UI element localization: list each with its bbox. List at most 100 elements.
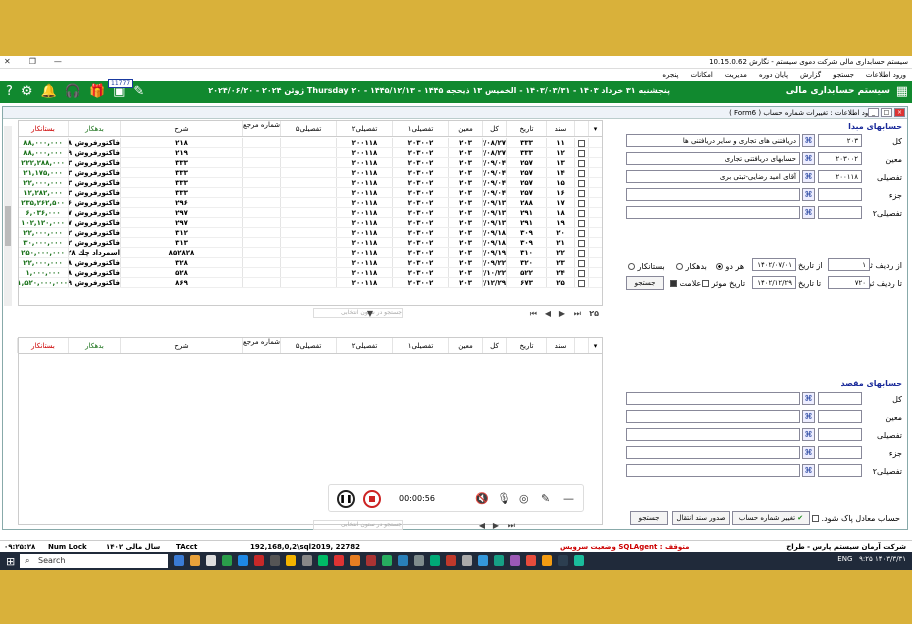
dest-search-button[interactable]: جستجو: [630, 511, 668, 525]
binoculars-icon[interactable]: ⌘: [802, 392, 815, 405]
column-header[interactable]: تفصیلی۲: [336, 338, 392, 353]
dest-tafsili-code[interactable]: [818, 428, 862, 441]
taskbar-app-icon[interactable]: [542, 555, 552, 566]
row-checkbox[interactable]: [574, 228, 588, 237]
source-kol-code[interactable]: ۲۰۳: [818, 134, 862, 147]
menu-item[interactable]: گزارش: [800, 71, 821, 79]
menu-item[interactable]: امکانات: [691, 71, 713, 79]
nav-last-icon[interactable]: ⏭: [508, 521, 515, 531]
table-row[interactable]: ۱۷۲۸۸۱۴۰۲/۰۹/۱۳۲۰۳۲۰۳۰۰۲۲۰۰۱۱۸ ۲۹۶فاکتورف…: [19, 198, 602, 208]
row-checkbox[interactable]: [574, 218, 588, 227]
taskbar-app-icon[interactable]: [382, 555, 392, 566]
column-header[interactable]: معین: [448, 338, 482, 353]
row-checkbox[interactable]: [574, 188, 588, 197]
taskbar-app-icon[interactable]: [430, 555, 440, 566]
column-header[interactable]: شماره مرجع: [242, 121, 280, 136]
radio-both[interactable]: هر دو: [716, 262, 744, 271]
speaker-muted-icon[interactable]: 🔇: [475, 492, 489, 505]
column-header[interactable]: شرح: [120, 338, 242, 353]
apps-grid-icon[interactable]: ▦: [896, 84, 908, 99]
minimize-icon[interactable]: —: [563, 492, 574, 505]
help-icon[interactable]: ?: [6, 84, 13, 100]
tray-lang[interactable]: ENG: [837, 555, 852, 563]
column-chooser-icon[interactable]: ▾: [588, 121, 602, 136]
binoculars-icon[interactable]: ⌘: [802, 170, 815, 183]
mark-check[interactable]: علامت: [670, 279, 701, 288]
pause-icon[interactable]: ❚❚: [337, 490, 355, 508]
taskbar-app-icon[interactable]: [366, 555, 376, 566]
taskbar-app-icon[interactable]: [462, 555, 472, 566]
change-account-button[interactable]: ✔ تغییر شماره حساب: [732, 511, 810, 525]
effective-date-check[interactable]: تاریخ موثر: [702, 279, 745, 288]
table-row[interactable]: ۱۳۲۵۷۱۴۰۲/۰۹/۰۴۲۰۳۲۰۳۰۰۲۲۰۰۱۱۸ ۳۳۳فاکتورف…: [19, 158, 602, 168]
taskbar-app-icon[interactable]: [206, 555, 216, 566]
taskbar-search[interactable]: ⌕ Search: [20, 554, 168, 568]
table-row[interactable]: ۱۲۳۳۳۱۴۰۲/۰۸/۲۷۲۰۳۲۰۳۰۰۲۲۰۰۱۱۸ ۲۱۹فاکتورف…: [19, 148, 602, 158]
bell-icon[interactable]: 🔔: [41, 84, 57, 100]
row-number-header[interactable]: [574, 338, 588, 353]
column-header[interactable]: شرح: [120, 121, 242, 136]
row-checkbox[interactable]: [574, 238, 588, 247]
filter-icon[interactable]: ▼: [367, 309, 373, 318]
pen-icon[interactable]: ✎: [133, 84, 144, 100]
column-header[interactable]: بدهکار: [68, 121, 120, 136]
menu-item[interactable]: مدیریت: [725, 71, 747, 79]
column-header[interactable]: تفصیلی۱: [392, 121, 448, 136]
binoculars-icon[interactable]: ⌘: [802, 446, 815, 459]
binoculars-icon[interactable]: ⌘: [802, 134, 815, 147]
issue-transfer-button[interactable]: صدور سند انتقال: [672, 511, 730, 525]
binoculars-icon[interactable]: ⌘: [802, 464, 815, 477]
column-header[interactable]: معین: [448, 121, 482, 136]
close-icon[interactable]: ×: [894, 108, 905, 117]
column-header[interactable]: تفصیلی۱: [392, 338, 448, 353]
minimize-icon[interactable]: —: [54, 57, 62, 66]
from-date-input[interactable]: ۱۴۰۲/۰۷/۰۱: [752, 258, 796, 271]
taskbar-app-icon[interactable]: [286, 555, 296, 566]
column-header[interactable]: سند: [546, 121, 574, 136]
column-header[interactable]: بدهکار: [68, 338, 120, 353]
nav-prev-icon[interactable]: ◀: [479, 521, 485, 530]
radio-credit[interactable]: بستانکار: [628, 262, 665, 271]
from-row-input[interactable]: ۱: [828, 258, 870, 271]
taskbar-app-icon[interactable]: [478, 555, 488, 566]
column-header[interactable]: تاریخ: [506, 338, 546, 353]
gear-icon[interactable]: ⚙: [21, 84, 33, 100]
menu-item[interactable]: پایان دوره: [759, 71, 788, 79]
menu-item[interactable]: پنجره: [662, 71, 678, 79]
table-row[interactable]: ۲۵۶۷۳۱۴۰۲/۱۲/۲۹۲۰۳۲۰۳۰۰۲۲۰۰۱۱۸ ۸۶۹فاکتورف…: [19, 278, 602, 288]
mic-muted-icon[interactable]: 🎙: [497, 492, 511, 505]
grid-search-input[interactable]: جستجو در ستون انتخابی: [313, 308, 403, 318]
column-header[interactable]: بستانکار: [17, 338, 68, 353]
table-row[interactable]: ۲۳۳۲۰۱۴۰۲/۰۹/۲۲۲۰۳۲۰۳۰۰۲۲۰۰۱۱۸ ۳۲۸فاکتورف…: [19, 258, 602, 268]
row-checkbox[interactable]: [574, 158, 588, 167]
menu-item[interactable]: جستجو: [833, 71, 854, 79]
column-header[interactable]: تفصیلی۵: [280, 121, 336, 136]
taskbar-app-icon[interactable]: [318, 555, 328, 566]
nav-last-icon[interactable]: ⏭: [574, 309, 581, 319]
source-moin-code[interactable]: ۲۰۳۰۰۲: [818, 152, 862, 165]
row-checkbox[interactable]: [574, 198, 588, 207]
gift-icon[interactable]: 🎁: [89, 84, 105, 100]
row-checkbox[interactable]: [574, 278, 588, 287]
source-joz-code[interactable]: [818, 188, 862, 201]
menu-item[interactable]: ورود اطلاعات: [866, 71, 906, 79]
row-checkbox[interactable]: [574, 268, 588, 277]
row-checkbox[interactable]: [574, 168, 588, 177]
binoculars-icon[interactable]: ⌘: [802, 152, 815, 165]
headset-icon[interactable]: 🎧: [65, 84, 81, 100]
row-checkbox[interactable]: [574, 248, 588, 257]
row-number-header[interactable]: [574, 121, 588, 136]
binoculars-icon[interactable]: ⌘: [802, 188, 815, 201]
taskbar-app-icon[interactable]: [222, 555, 232, 566]
taskbar-app-icon[interactable]: [254, 555, 264, 566]
table-row[interactable]: ۲۰۳۰۹۱۴۰۲/۰۹/۱۸۲۰۳۲۰۳۰۰۲۲۰۰۱۱۸ ۳۱۲فاکتورف…: [19, 228, 602, 238]
row-checkbox[interactable]: [574, 258, 588, 267]
taskbar-app-icon[interactable]: [398, 555, 408, 566]
column-header[interactable]: بستانکار: [19, 121, 68, 136]
row-checkbox[interactable]: [574, 208, 588, 217]
taskbar-app-icon[interactable]: [446, 555, 456, 566]
taskbar-app-icon[interactable]: [238, 555, 248, 566]
restore-icon[interactable]: □: [881, 108, 892, 117]
taskbar-app-icon[interactable]: [574, 555, 584, 566]
nav-prev-icon[interactable]: ◀: [545, 309, 551, 318]
